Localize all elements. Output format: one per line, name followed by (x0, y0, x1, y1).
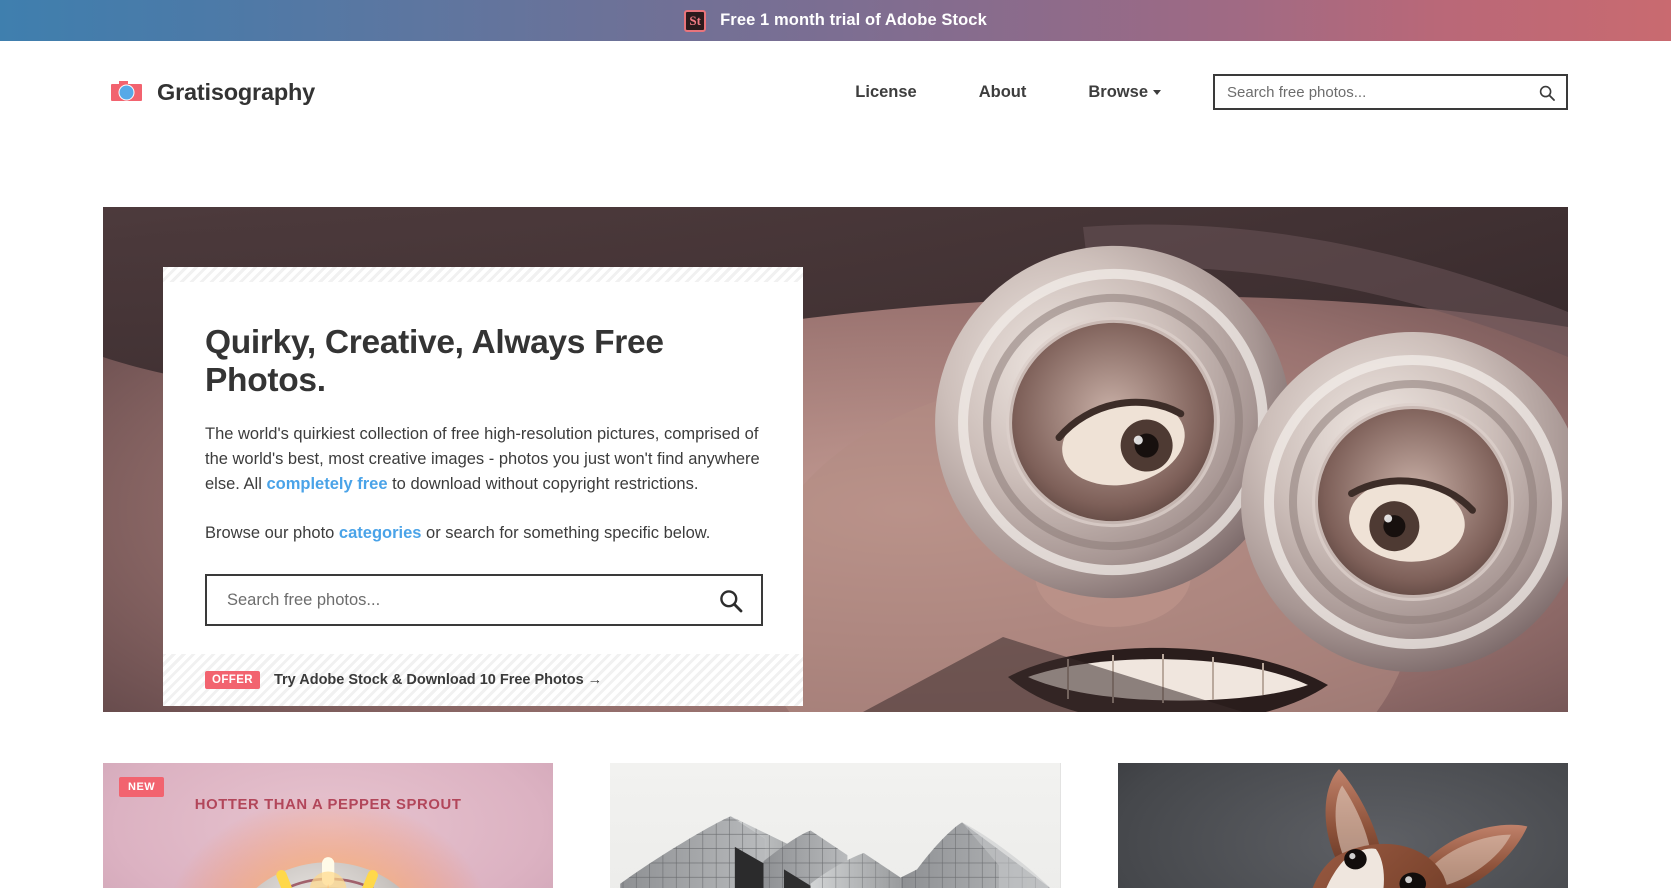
gallery-photo-washing-machine: HOTTER THAN A PEPPER SPROUT BULKY/LARGE … (103, 763, 554, 888)
promo-bar[interactable]: St Free 1 month trial of Adobe Stock (0, 0, 1671, 41)
hero-card-body: Quirky, Creative, Always Free Photos. Th… (163, 282, 803, 655)
chevron-down-icon (1153, 89, 1161, 95)
nav-item-license[interactable]: License (824, 83, 947, 102)
nav-item-browse[interactable]: Browse (1057, 83, 1192, 102)
hero-paragraph-1-part-b: to download without copyright restrictio… (387, 475, 699, 494)
nav-item-browse-label: Browse (1088, 82, 1148, 101)
header-search[interactable] (1213, 74, 1568, 110)
hero-banner: Quirky, Creative, Always Free Photos. Th… (103, 207, 1568, 712)
hero-card: Quirky, Creative, Always Free Photos. Th… (163, 267, 803, 707)
hero-card-footer: OFFER Try Adobe Stock & Download 10 Free… (163, 654, 803, 707)
header-search-input[interactable] (1215, 76, 1566, 108)
main-navigation: License About Browse (824, 74, 1568, 110)
promo-bar-text: Free 1 month trial of Adobe Stock (720, 11, 987, 29)
search-icon[interactable] (1539, 85, 1555, 106)
site-header: Gratisography License About Browse (0, 41, 1671, 143)
search-icon[interactable] (719, 589, 743, 618)
photo-gallery-grid: NEW HOTTER THAN A PEPPER SPROUT (0, 712, 1671, 888)
page-title: Quirky, Creative, Always Free Photos. (205, 324, 664, 399)
camera-icon (111, 80, 142, 104)
status-badge: OFFER (205, 671, 260, 690)
gallery-photo-dog: it’s not stock. (1117, 763, 1568, 888)
gallery-photo-building (610, 763, 1061, 888)
nav-item-about[interactable]: About (948, 83, 1058, 102)
gallery-card-1[interactable]: NEW HOTTER THAN A PEPPER SPROUT (103, 763, 554, 888)
hero-search-input[interactable] (207, 576, 761, 625)
brand-name: Gratisography (157, 78, 316, 105)
hero-paragraph-2-part-b: or search for something specific below. (421, 524, 711, 543)
adobe-stock-offer-link[interactable]: Try Adobe Stock & Download 10 Free Photo… (274, 672, 602, 688)
hero-paragraph-2: Browse our photo categories or search fo… (205, 521, 761, 546)
adobe-stock-icon: St (684, 9, 707, 32)
completely-free-link[interactable]: completely free (266, 475, 387, 493)
gallery-card-2[interactable] (610, 763, 1061, 888)
categories-link[interactable]: categories (339, 524, 422, 542)
card-top-stripe (163, 267, 803, 282)
hero-search[interactable] (205, 574, 763, 627)
brand-logo-link[interactable]: Gratisography (111, 79, 315, 106)
svg-text:HOTTER THAN A PEPPER SPROUT: HOTTER THAN A PEPPER SPROUT (195, 797, 462, 813)
hero-paragraph-1: The world's quirkiest collection of free… (205, 422, 761, 497)
hero-section: Quirky, Creative, Always Free Photos. Th… (0, 143, 1671, 712)
new-badge: NEW (119, 777, 165, 797)
gallery-card-3[interactable]: it’s not stock. (1117, 763, 1568, 888)
hero-paragraph-2-part-a: Browse our photo (205, 524, 339, 543)
